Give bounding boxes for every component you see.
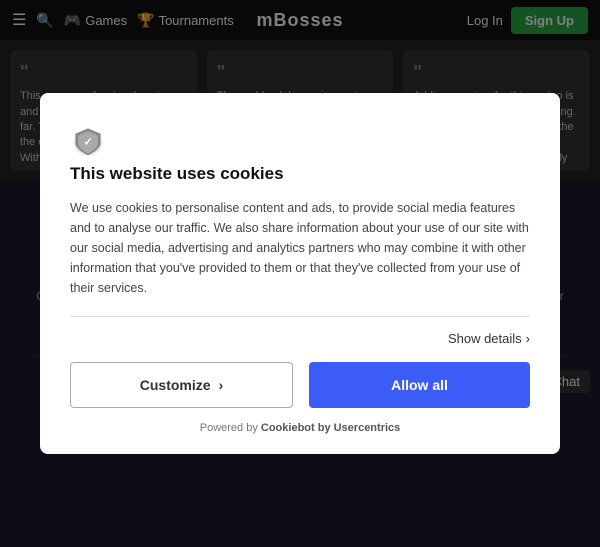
cookie-body-text: We use cookies to personalise content an… xyxy=(70,198,530,298)
show-details-label: Show details xyxy=(448,331,522,346)
cookie-buttons: Customize › Allow all xyxy=(70,362,530,408)
cookie-title: This website uses cookies xyxy=(70,164,530,184)
cookie-divider xyxy=(70,316,530,317)
svg-text:✓: ✓ xyxy=(83,137,92,149)
cookie-shield-icon: ✓ xyxy=(70,123,106,159)
allow-all-button[interactable]: Allow all xyxy=(309,362,530,408)
cookie-modal: ✓ This website uses cookies We use cooki… xyxy=(40,93,560,454)
customize-chevron-icon: › xyxy=(219,377,224,393)
modal-overlay: ✓ This website uses cookies We use cooki… xyxy=(0,0,600,547)
show-details-row: Show details › xyxy=(70,331,530,346)
cookiebot-link[interactable]: Cookiebot by Usercentrics xyxy=(261,422,400,434)
customize-label: Customize xyxy=(140,377,211,393)
cookie-footer: Powered by Cookiebot by Usercentrics xyxy=(70,422,530,434)
customize-button[interactable]: Customize › xyxy=(70,362,293,408)
chevron-right-icon: › xyxy=(526,331,530,346)
footer-powered-text: Powered by xyxy=(200,422,258,434)
show-details-link[interactable]: Show details › xyxy=(448,331,530,346)
